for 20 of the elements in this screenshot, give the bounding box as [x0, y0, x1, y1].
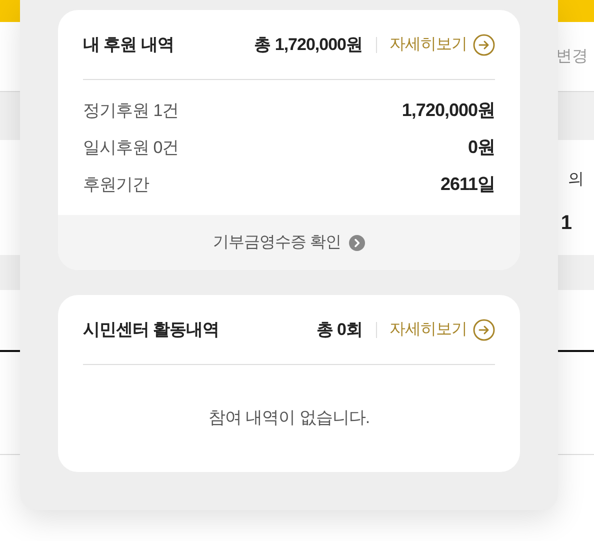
count-text: 1 — [560, 211, 572, 236]
empty-message: 참여 내역이 없습니다. — [208, 407, 370, 430]
row-value: 0원 — [468, 136, 495, 159]
row-label: 정기후원 1건 — [83, 100, 179, 122]
total-count: 총 0회 — [316, 318, 362, 341]
menu-label: 의 — [568, 170, 584, 190]
row-value: 2611일 — [440, 173, 495, 196]
card-title: 시민센터 활동내역 — [83, 318, 220, 341]
details-link[interactable]: 자세히보기 — [390, 32, 495, 56]
card-title: 내 후원 내역 — [83, 34, 174, 56]
row-label: 후원기간 — [83, 174, 149, 196]
chevron-circle-icon — [348, 234, 365, 250]
arrow-circle-icon — [473, 318, 495, 340]
arrow-circle-icon — [473, 34, 495, 56]
total-amount: 총 1,720,000원 — [254, 34, 362, 56]
row-label: 일시후원 0건 — [83, 136, 179, 159]
details-link[interactable]: 자세히보기 — [390, 318, 495, 342]
menu-link[interactable]: 변경 — [556, 44, 588, 68]
receipt-button[interactable]: 기부금영수증 확인 — [58, 215, 520, 270]
row-value: 1,720,000원 — [402, 99, 495, 122]
